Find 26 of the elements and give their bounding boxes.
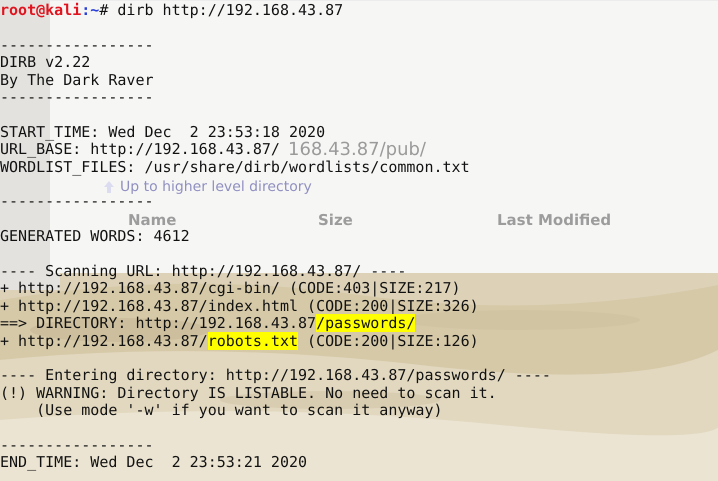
terminal-line: START_TIME: Wed Dec 2 23:53:18 2020 [0, 124, 326, 141]
terminal-line: + http://192.168.43.87/cgi-bin/ (CODE:403|SIZE:217) [0, 280, 461, 298]
terminal-line: ---- Scanning URL: http://192.168.43.87/ ---- [0, 263, 406, 280]
terminal-line: ==> DIRECTORY: http://192.168.43.87/passwords/ [0, 315, 416, 333]
terminal-line: ----------------- [0, 36, 154, 54]
terminal-line: ----------------- [0, 437, 154, 454]
terminal-line: ----------------- [0, 89, 154, 106]
terminal-line: URL_BASE: http://192.168.43.87/ [0, 141, 280, 159]
terminal-line: + http://192.168.43.87/robots.txt (CODE:200|SIZE:126) [0, 332, 479, 350]
terminal-line: GENERATED WORDS: 4612 [0, 228, 190, 246]
column-header: Name [128, 212, 176, 229]
up-link[interactable]: Up to higher level directory [120, 179, 312, 195]
terminal-line: (Use mode '-w' if you want to scan it anyway) [35, 402, 443, 420]
terminal-line: WORDLIST_FILES: /usr/share/dirb/wordlists/common.txt [0, 158, 470, 176]
terminal-line: DIRB v2.22 [0, 54, 90, 72]
terminal-line: ---- Entering directory: http://192.168.43.87/passwords/ ---- [0, 367, 551, 385]
terminal-line: ----------------- [0, 193, 154, 211]
column-header: Last Modified [497, 212, 612, 229]
terminal-line: By The Dark Raver [0, 72, 154, 90]
terminal-line: + http://192.168.43.87/index.html (CODE:200|SIZE:326) [0, 298, 479, 316]
terminal-line: END_TIME: Wed Dec 2 23:53:21 2020 [0, 454, 308, 472]
terminal-line: root@kali:~# dirb http://192.168.43.87 [0, 2, 344, 20]
terminal-line: (!) WARNING: Directory IS LISTABLE. No need to scan it. [0, 384, 497, 402]
column-header: Size [318, 212, 353, 229]
page-heading: 168.43.87/pub/ [288, 141, 426, 159]
arrow-up-icon [104, 181, 114, 193]
